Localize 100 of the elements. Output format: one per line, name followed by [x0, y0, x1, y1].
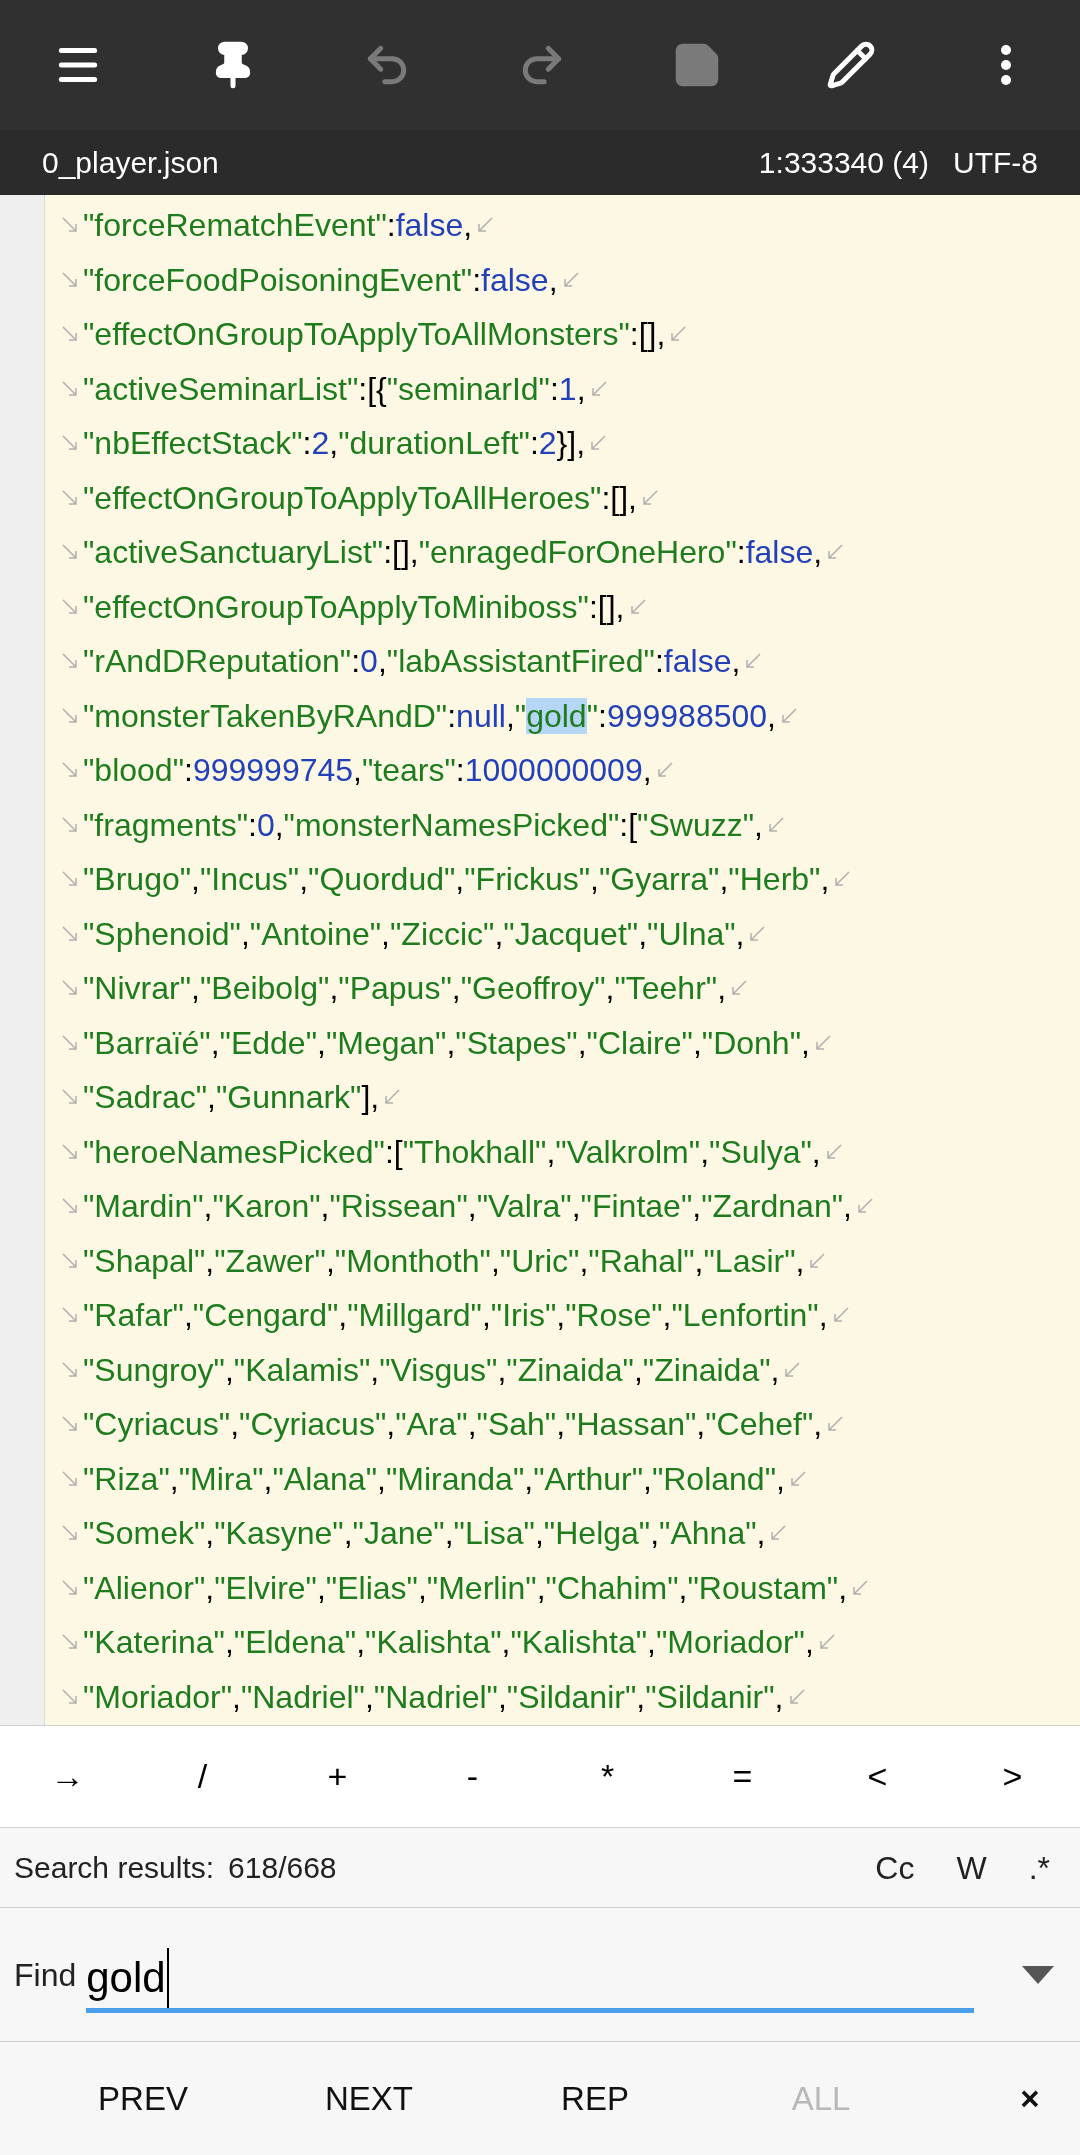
code-line: "Sungroy","Kalamis","Visgus","Zinaida","Zinaida", [83, 1353, 780, 1386]
wrap-arrow-icon [61, 1578, 79, 1597]
code-line: "activeSeminarList":[{"seminarId":1, [83, 372, 586, 405]
wrap-arrow-icon [813, 1033, 832, 1052]
search-action-button[interactable]: PREV [30, 2053, 256, 2144]
wrap-arrow-icon [476, 216, 495, 235]
code-line: "blood":999999745,"tears":1000000009, [83, 754, 652, 787]
code-line: "activeSanctuaryList":[],"enragedForOneHero":false, [83, 536, 823, 569]
search-option-toggle[interactable]: Cc [875, 1843, 915, 1892]
wrap-arrow-icon [640, 488, 659, 507]
wrap-arrow-icon [61, 870, 79, 889]
dropdown-arrow-icon[interactable] [1022, 1965, 1054, 1984]
wrap-arrow-icon [61, 1469, 79, 1488]
code-line: "Riza","Mira","Alana","Miranda","Arthur","Roland", [83, 1462, 785, 1495]
symbol-key[interactable]: = [675, 1726, 810, 1827]
close-button[interactable]: × [1000, 2053, 1060, 2144]
wrap-arrow-icon [779, 706, 798, 725]
find-input[interactable]: gold [86, 1936, 975, 2013]
search-results-count: 618/668 [228, 1850, 337, 1886]
wrap-arrow-icon [669, 325, 688, 344]
wrap-arrow-icon [61, 379, 79, 398]
symbol-key[interactable]: > [945, 1726, 1080, 1827]
code-line: "Mardin","Karon","Rissean","Valra","Fintae","Zardnan", [83, 1190, 852, 1223]
wrap-arrow-icon [61, 434, 79, 453]
wrap-arrow-icon [589, 434, 608, 453]
wrap-arrow-icon [61, 1197, 79, 1216]
wrap-arrow-icon [61, 1251, 79, 1270]
wrap-arrow-icon [655, 761, 674, 780]
wrap-arrow-icon [788, 1469, 807, 1488]
wrap-arrow-icon [561, 270, 580, 289]
wrap-arrow-icon [61, 543, 79, 562]
wrap-arrow-icon [61, 597, 79, 616]
symbol-key[interactable]: + [270, 1726, 405, 1827]
wrap-arrow-icon [61, 1415, 79, 1434]
file-encoding: UTF-8 [953, 145, 1038, 181]
wrap-arrow-icon [61, 1633, 79, 1652]
wrap-arrow-icon [855, 1197, 874, 1216]
wrap-arrow-icon [61, 1360, 79, 1379]
symbol-key[interactable]: → [0, 1726, 135, 1827]
code-line: "Nivrar","Beibolg","Papus","Geoffroy","Teehr", [83, 972, 727, 1005]
code-line: "forceFoodPoisoningEvent":false, [83, 263, 558, 296]
wrap-arrow-icon [831, 1306, 850, 1325]
code-line: "nbEffectStack":2,"durationLeft":2}], [83, 427, 586, 460]
wrap-arrow-icon [787, 1687, 806, 1706]
more-icon [999, 44, 1012, 86]
wrap-arrow-icon [824, 1142, 843, 1161]
wrap-arrow-icon [826, 543, 845, 562]
wrap-arrow-icon [766, 815, 785, 834]
code-line: "Barraïé","Edde","Megan","Stapes","Claire","Donh", [83, 1026, 810, 1059]
wrap-arrow-icon [744, 652, 763, 671]
wrap-arrow-icon [61, 652, 79, 671]
wrap-arrow-icon [61, 1088, 79, 1107]
wrap-arrow-icon [61, 1142, 79, 1161]
code-line: "Rafar","Cengard","Millgard","Iris","Rose","Lenfortin", [83, 1299, 828, 1332]
code-line: "effectOnGroupToApplyToAllHeroes":[], [83, 481, 637, 514]
code-line: "effectOnGroupToApplyToMiniboss":[], [83, 590, 625, 623]
code-line: "Sadrac","Gunnark"], [83, 1081, 380, 1114]
wrap-arrow-icon [61, 1033, 79, 1052]
wrap-arrow-icon [61, 979, 79, 998]
wrap-arrow-icon [383, 1088, 402, 1107]
code-line: "Cyriacus","Cyriacus","Ara","Sah","Hassan","Cehef", [83, 1408, 823, 1441]
code-line: "rAndDReputation":0,"labAssistantFired":false, [83, 645, 741, 678]
wrap-arrow-icon [61, 761, 79, 780]
code-line: "Sphenoid","Antoine","Ziccic","Jacquet","Ulna", [83, 917, 745, 950]
wrap-arrow-icon [769, 1524, 788, 1543]
code-line: "Alienor","Elvire","Elias","Merlin","Chahim","Roustam", [83, 1571, 848, 1604]
symbol-key[interactable]: * [540, 1726, 675, 1827]
search-action-button[interactable]: REP [482, 2053, 708, 2144]
wrap-arrow-icon [61, 1687, 79, 1706]
wrap-arrow-icon [851, 1578, 870, 1597]
wrap-arrow-icon [808, 1251, 827, 1270]
wrap-arrow-icon [61, 1524, 79, 1543]
wrap-arrow-icon [730, 979, 749, 998]
symbol-key[interactable]: / [135, 1726, 270, 1827]
wrap-arrow-icon [628, 597, 647, 616]
pencil-icon [826, 40, 877, 90]
symbol-key[interactable]: - [405, 1726, 540, 1827]
wrap-arrow-icon [833, 870, 852, 889]
wrap-arrow-icon [817, 1633, 836, 1652]
file-name: 0_player.json [42, 145, 219, 181]
wrap-arrow-icon [589, 379, 608, 398]
code-line: "monsterTakenByRAndD":null,"gold":999988500, [83, 699, 776, 732]
code-line: "Brugo","Incus","Quordud","Frickus","Gyarra","Herb", [83, 863, 830, 896]
cursor-position: 1:333340 (4) [758, 145, 929, 181]
wrap-arrow-icon [61, 270, 79, 289]
wrap-arrow-icon [61, 216, 79, 235]
wrap-arrow-icon [61, 488, 79, 507]
search-results-label: Search results: [14, 1850, 215, 1886]
wrap-arrow-icon [826, 1415, 845, 1434]
wrap-arrow-icon [61, 706, 79, 725]
search-action-button[interactable]: NEXT [256, 2053, 482, 2144]
code-line: "forceRematchEvent":false, [83, 209, 473, 242]
code-line: "Shapal","Zawer","Monthoth","Uric","Rahal","Lasir", [83, 1244, 805, 1277]
search-option-toggle[interactable]: .* [1028, 1843, 1050, 1892]
wrap-arrow-icon [61, 815, 79, 834]
code-line: "Katerina","Eldena","Kalishta","Kalishta","Moriador", [83, 1626, 814, 1659]
wrap-arrow-icon [748, 924, 767, 943]
code-line: "fragments":0,"monsterNamesPicked":["Swuzz", [83, 808, 763, 841]
search-option-toggle[interactable]: W [956, 1843, 987, 1892]
symbol-key[interactable]: < [810, 1726, 945, 1827]
